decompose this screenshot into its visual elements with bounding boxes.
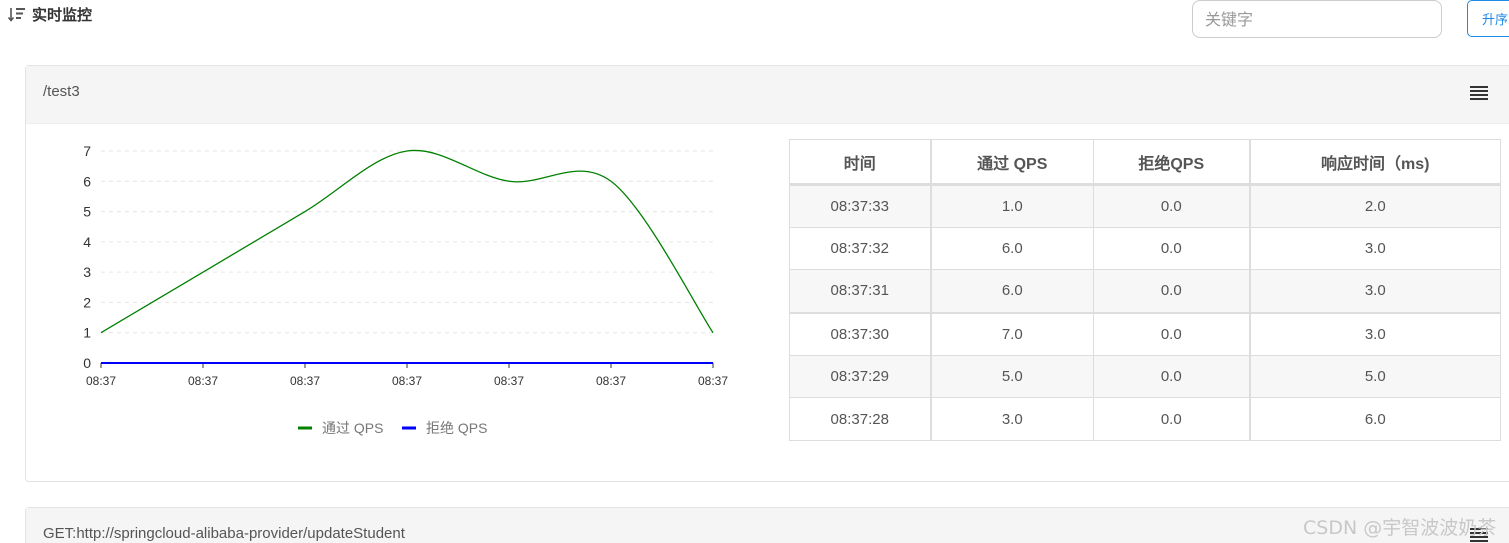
panel-heading: GET:http://springcloud-alibaba-provider/…	[26, 508, 1509, 543]
x-tick-label: 08:37	[392, 374, 422, 388]
table-row: 08:37:33 1.0 0.0 2.0	[789, 184, 1501, 228]
sort-button[interactable]: 升序	[1467, 0, 1509, 37]
x-tick-label: 08:37	[188, 374, 218, 388]
cell-time: 08:37:33	[789, 184, 932, 228]
sort-icon	[8, 7, 25, 22]
legend-label: 通过 QPS	[322, 420, 383, 436]
cell-block-qps: 0.0	[1093, 226, 1251, 271]
cell-rt: 3.0	[1249, 269, 1501, 314]
title-wrap: 实时监控	[8, 4, 92, 25]
cell-rt: 5.0	[1249, 354, 1501, 399]
table-header-row: 时间 通过 QPS 拒绝QPS 响应时间（ms)	[789, 139, 1501, 186]
menu-icon[interactable]	[1470, 86, 1488, 102]
column-header-rt[interactable]: 响应时间（ms)	[1249, 139, 1501, 186]
x-tick-label: 08:37	[290, 374, 320, 388]
legend-label: 拒绝 QPS	[426, 420, 487, 436]
cell-pass-qps: 7.0	[930, 311, 1094, 356]
cell-pass-qps: 3.0	[930, 397, 1094, 442]
table-row: 08:37:32 6.0 0.0 3.0	[789, 226, 1501, 271]
y-tick-label: 1	[83, 325, 91, 341]
watermark: CSDN @宇智波波奶茶	[1303, 517, 1497, 539]
y-tick-label: 4	[83, 234, 91, 250]
panel-title: GET:http://springcloud-alibaba-provider/…	[43, 525, 405, 542]
cell-rt: 3.0	[1249, 226, 1501, 271]
table-row: 08:37:31 6.0 0.0 3.0	[789, 269, 1501, 314]
y-tick-label: 5	[83, 204, 91, 220]
column-header-block-qps[interactable]: 拒绝QPS	[1093, 139, 1251, 186]
table-row: 08:37:30 7.0 0.0 3.0	[789, 311, 1501, 356]
y-tick-label: 3	[83, 264, 91, 280]
column-header-time[interactable]: 时间	[789, 139, 932, 186]
column-header-pass-qps[interactable]: 通过 QPS	[930, 139, 1094, 186]
cell-block-qps: 0.0	[1093, 184, 1251, 228]
cell-rt: 6.0	[1249, 397, 1501, 442]
x-tick-label: 08:37	[494, 374, 524, 388]
y-tick-label: 6	[83, 173, 91, 189]
x-tick-label: 08:37	[86, 374, 116, 388]
page-title: 实时监控	[32, 6, 93, 24]
table-row: 08:37:28 3.0 0.0 6.0	[789, 397, 1501, 442]
cell-time: 08:37:31	[789, 269, 932, 314]
cell-time: 08:37:32	[789, 226, 932, 271]
cell-pass-qps: 5.0	[930, 354, 1094, 399]
table-row: 08:37:29 5.0 0.0 5.0	[789, 354, 1501, 399]
cell-rt: 3.0	[1249, 311, 1501, 356]
search-input[interactable]	[1192, 0, 1442, 38]
x-tick-label: 08:37	[698, 374, 728, 388]
x-tick-label: 08:37	[596, 374, 626, 388]
page-header: 实时监控 升序	[0, 0, 1509, 40]
metrics-table: 时间 通过 QPS 拒绝QPS 响应时间（ms) 08:37:33 1.0 0.…	[789, 139, 1501, 442]
cell-time: 08:37:30	[789, 311, 932, 356]
cell-time: 08:37:29	[789, 354, 932, 399]
cell-block-qps: 0.0	[1093, 397, 1251, 442]
cell-block-qps: 0.0	[1093, 311, 1251, 356]
cell-rt: 2.0	[1249, 184, 1501, 228]
y-tick-label: 0	[83, 355, 91, 371]
cell-block-qps: 0.0	[1093, 269, 1251, 314]
cell-pass-qps: 6.0	[930, 226, 1094, 271]
cell-pass-qps: 6.0	[930, 269, 1094, 314]
qps-line-chart: 0 1 2 3 4 5 6 7 08:37 08:37 08:37 08:37 08:37 08:37 08…	[83, 143, 728, 436]
y-tick-label: 7	[83, 143, 91, 159]
cell-block-qps: 0.0	[1093, 354, 1251, 399]
resource-panel: /test3 0 1 2 3 4 5 6 7 08:37 08:37 08:37 08:37 08:37…	[25, 65, 1509, 482]
cell-time: 08:37:28	[789, 397, 932, 442]
y-tick-label: 2	[83, 294, 91, 310]
cell-pass-qps: 1.0	[930, 184, 1094, 228]
resource-panel: GET:http://springcloud-alibaba-provider/…	[25, 507, 1509, 543]
